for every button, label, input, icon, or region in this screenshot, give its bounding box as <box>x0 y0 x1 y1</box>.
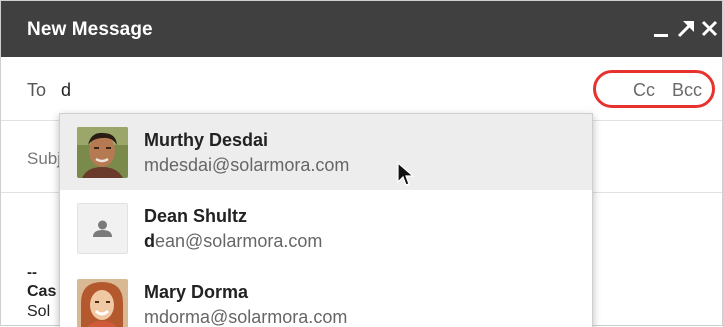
suggestion-name: Mary Dorma <box>144 282 249 302</box>
suggestion-item[interactable]: Mary Dorma mdorma@solarmora.com <box>60 266 592 327</box>
suggestion-email: mdorma@solarmora.com <box>144 307 348 327</box>
suggestion-item[interactable]: Murthy Desdai mdesdai@solarmora.com <box>60 114 592 190</box>
mouse-pointer-icon <box>396 161 416 189</box>
signature-title: Sol <box>27 303 51 320</box>
avatar <box>77 127 128 178</box>
minimize-icon[interactable] <box>651 15 673 41</box>
close-icon[interactable] <box>699 15 721 41</box>
recipients-row: To Cc Bcc <box>1 57 722 121</box>
avatar <box>77 279 128 327</box>
popout-icon[interactable] <box>675 15 697 41</box>
signature-separator: -- <box>27 264 37 281</box>
suggestion-email: dean@solarmora.com <box>144 231 323 251</box>
autocomplete-dropdown: Murthy Desdai mdesdai@solarmora.com Dean… <box>59 113 593 327</box>
to-input[interactable] <box>61 77 581 103</box>
window-title: New Message <box>27 19 153 40</box>
cc-bcc-highlight: Cc Bcc <box>593 70 715 108</box>
to-label: To <box>27 80 47 100</box>
suggestion-email: mdesdai@solarmora.com <box>144 155 350 175</box>
title-bar: New Message <box>1 1 722 57</box>
person-icon <box>77 203 128 254</box>
suggestion-name: Murthy Desdai <box>144 130 269 150</box>
compose-window: New Message To Cc Bcc -- Cas Sol <box>0 0 723 327</box>
bcc-link[interactable]: Bcc <box>672 80 702 101</box>
suggestion-name: Dean Shultz <box>144 206 248 226</box>
cc-link[interactable]: Cc <box>633 80 655 101</box>
signature-name: Cas <box>27 283 57 300</box>
suggestion-item[interactable]: Dean Shultz dean@solarmora.com <box>60 190 592 266</box>
